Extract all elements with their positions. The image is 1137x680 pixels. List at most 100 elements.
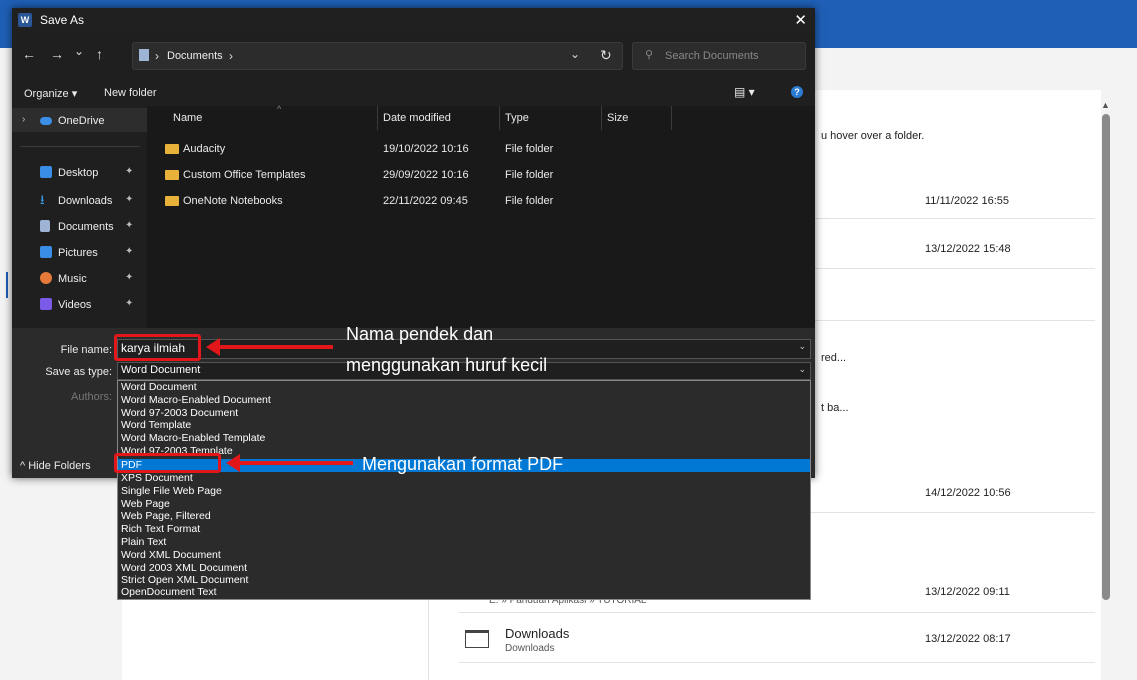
back-button[interactable]: ← [22, 46, 36, 62]
divider [459, 612, 1095, 613]
dialog-toolbar: Organize ▾ New folder ▤ ▾ ? [12, 82, 815, 106]
document-icon [40, 220, 50, 232]
recent-locations-button[interactable]: ⌄ [74, 44, 84, 58]
up-button[interactable]: ↑ [96, 46, 103, 62]
column-header-name[interactable]: Name [173, 112, 202, 124]
column-header-date[interactable]: Date modified [383, 112, 451, 124]
save-type-label: Save as type: [45, 366, 112, 378]
pin-icon: ✦ [125, 220, 134, 231]
folder-sub: Downloads [505, 643, 555, 654]
save-type-option[interactable]: Word Template [121, 419, 191, 432]
save-type-option[interactable]: Word XML Document [121, 549, 221, 562]
sidebar-item-label: Pictures [58, 247, 98, 259]
recent-date: 13/12/2022 08:17 [925, 633, 1011, 645]
arrow-line [218, 345, 333, 349]
address-bar[interactable]: › Documents › ⌄ ↻ [132, 42, 623, 70]
save-type-option[interactable]: Single File Web Page [121, 485, 222, 498]
search-icon: ⚲ [645, 49, 654, 61]
sidebar-item-videos[interactable]: Videos ✦ [20, 294, 140, 316]
folder-icon [165, 170, 179, 180]
organize-button[interactable]: Organize ▾ [24, 87, 77, 100]
filename-highlight-box [114, 334, 201, 361]
folder-icon [465, 630, 489, 648]
column-header-type[interactable]: Type [505, 112, 529, 124]
file-date: 29/09/2022 10:16 [383, 169, 469, 181]
file-date: 19/10/2022 10:16 [383, 143, 469, 155]
divider [20, 146, 140, 147]
pin-icon: ✦ [125, 298, 134, 309]
annotation-note-1: Nama pendek dan [346, 324, 494, 344]
address-dropdown-icon[interactable]: ⌄ [570, 47, 580, 61]
file-type: File folder [505, 169, 554, 181]
help-icon[interactable]: ? [791, 86, 803, 98]
breadcrumb-documents[interactable]: Documents [167, 50, 223, 62]
arrow-line [238, 461, 353, 465]
file-name: Custom Office Templates [183, 169, 306, 181]
refresh-icon[interactable]: ↻ [600, 47, 612, 64]
download-icon: ⭳ [40, 192, 45, 207]
file-list: Name ^ Date modified Type Size Audacity … [147, 104, 815, 328]
sidebar-item-label: OneDrive [58, 115, 105, 127]
desktop-icon [40, 166, 52, 178]
sidebar-item-downloads[interactable]: ⭳ Downloads ✦ [20, 190, 140, 212]
chevron-down-icon[interactable]: ⌄ [798, 341, 806, 352]
breadcrumb-sep[interactable]: › [229, 49, 233, 63]
expand-icon[interactable]: › [22, 114, 25, 125]
chevron-down-icon[interactable]: ⌄ [798, 364, 806, 375]
dialog-title-bar: W Save As ✕ [12, 8, 815, 32]
new-folder-button[interactable]: New folder [104, 87, 157, 99]
save-type-option[interactable]: Word 2003 XML Document [121, 562, 247, 575]
sidebar-item-pictures[interactable]: Pictures ✦ [20, 242, 140, 264]
focus-marker [6, 272, 8, 298]
breadcrumb-sep: › [155, 49, 159, 63]
save-type-dropdown: Word Document Word Macro-Enabled Documen… [117, 380, 811, 600]
truncated-text: red... [821, 352, 847, 364]
pin-icon: ✦ [125, 246, 134, 257]
sidebar-item-documents[interactable]: Documents ✦ [20, 216, 140, 238]
forward-button[interactable]: → [50, 46, 64, 62]
close-icon[interactable]: ✕ [794, 11, 807, 29]
truncated-text: t ba... [821, 402, 849, 414]
save-type-option[interactable]: Word 97-2003 Document [121, 407, 238, 420]
save-type-option[interactable]: Word Macro-Enabled Document [121, 394, 271, 407]
word-icon: W [18, 13, 32, 27]
save-type-option[interactable]: Web Page [121, 498, 170, 511]
pdf-highlight-box [114, 453, 221, 473]
save-type-option[interactable]: Word Document [121, 381, 197, 394]
file-type: File folder [505, 195, 554, 207]
sidebar-item-label: Desktop [58, 167, 99, 179]
scrollbar-thumb[interactable] [1102, 114, 1110, 600]
file-row[interactable]: OneNote Notebooks 22/11/2022 09:45 File … [165, 192, 725, 212]
sidebar-item-music[interactable]: Music ✦ [20, 268, 140, 290]
save-type-value: Word Document [121, 364, 201, 376]
folder-name[interactable]: Downloads [505, 626, 569, 641]
hide-folders-button[interactable]: ^ Hide Folders [20, 460, 91, 472]
sidebar-item-onedrive[interactable]: › OneDrive [20, 110, 140, 132]
column-divider[interactable] [601, 106, 602, 130]
file-name: Audacity [183, 143, 226, 155]
column-divider[interactable] [671, 106, 672, 130]
scroll-up-icon[interactable]: ▲ [1101, 100, 1110, 110]
column-header-size[interactable]: Size [607, 112, 628, 124]
file-row[interactable]: Audacity 19/10/2022 10:16 File folder [165, 140, 725, 160]
document-icon [139, 49, 149, 61]
save-type-option[interactable]: Web Page, Filtered [121, 510, 211, 523]
search-input[interactable]: Search Documents [665, 50, 759, 62]
folder-icon [165, 144, 179, 154]
pin-icon: ✦ [125, 166, 134, 177]
recent-date: 14/12/2022 10:56 [925, 487, 1011, 499]
sidebar-item-label: Documents [58, 221, 114, 233]
save-type-option[interactable]: Plain Text [121, 536, 166, 549]
folder-icon [165, 196, 179, 206]
save-type-option[interactable]: XPS Document [121, 472, 193, 485]
save-type-option[interactable]: Word Macro-Enabled Template [121, 432, 265, 445]
column-divider[interactable] [377, 106, 378, 130]
search-box[interactable]: ⚲ Search Documents [632, 42, 806, 70]
sidebar-item-desktop[interactable]: Desktop ✦ [20, 162, 140, 184]
column-divider[interactable] [499, 106, 500, 130]
file-row[interactable]: Custom Office Templates 29/09/2022 10:16… [165, 166, 725, 186]
save-type-option[interactable]: OpenDocument Text [121, 586, 217, 599]
view-options-button[interactable]: ▤ ▾ [734, 85, 755, 99]
annotation-note-2: Mengunakan format PDF [362, 454, 564, 474]
save-type-option[interactable]: Rich Text Format [121, 523, 200, 536]
